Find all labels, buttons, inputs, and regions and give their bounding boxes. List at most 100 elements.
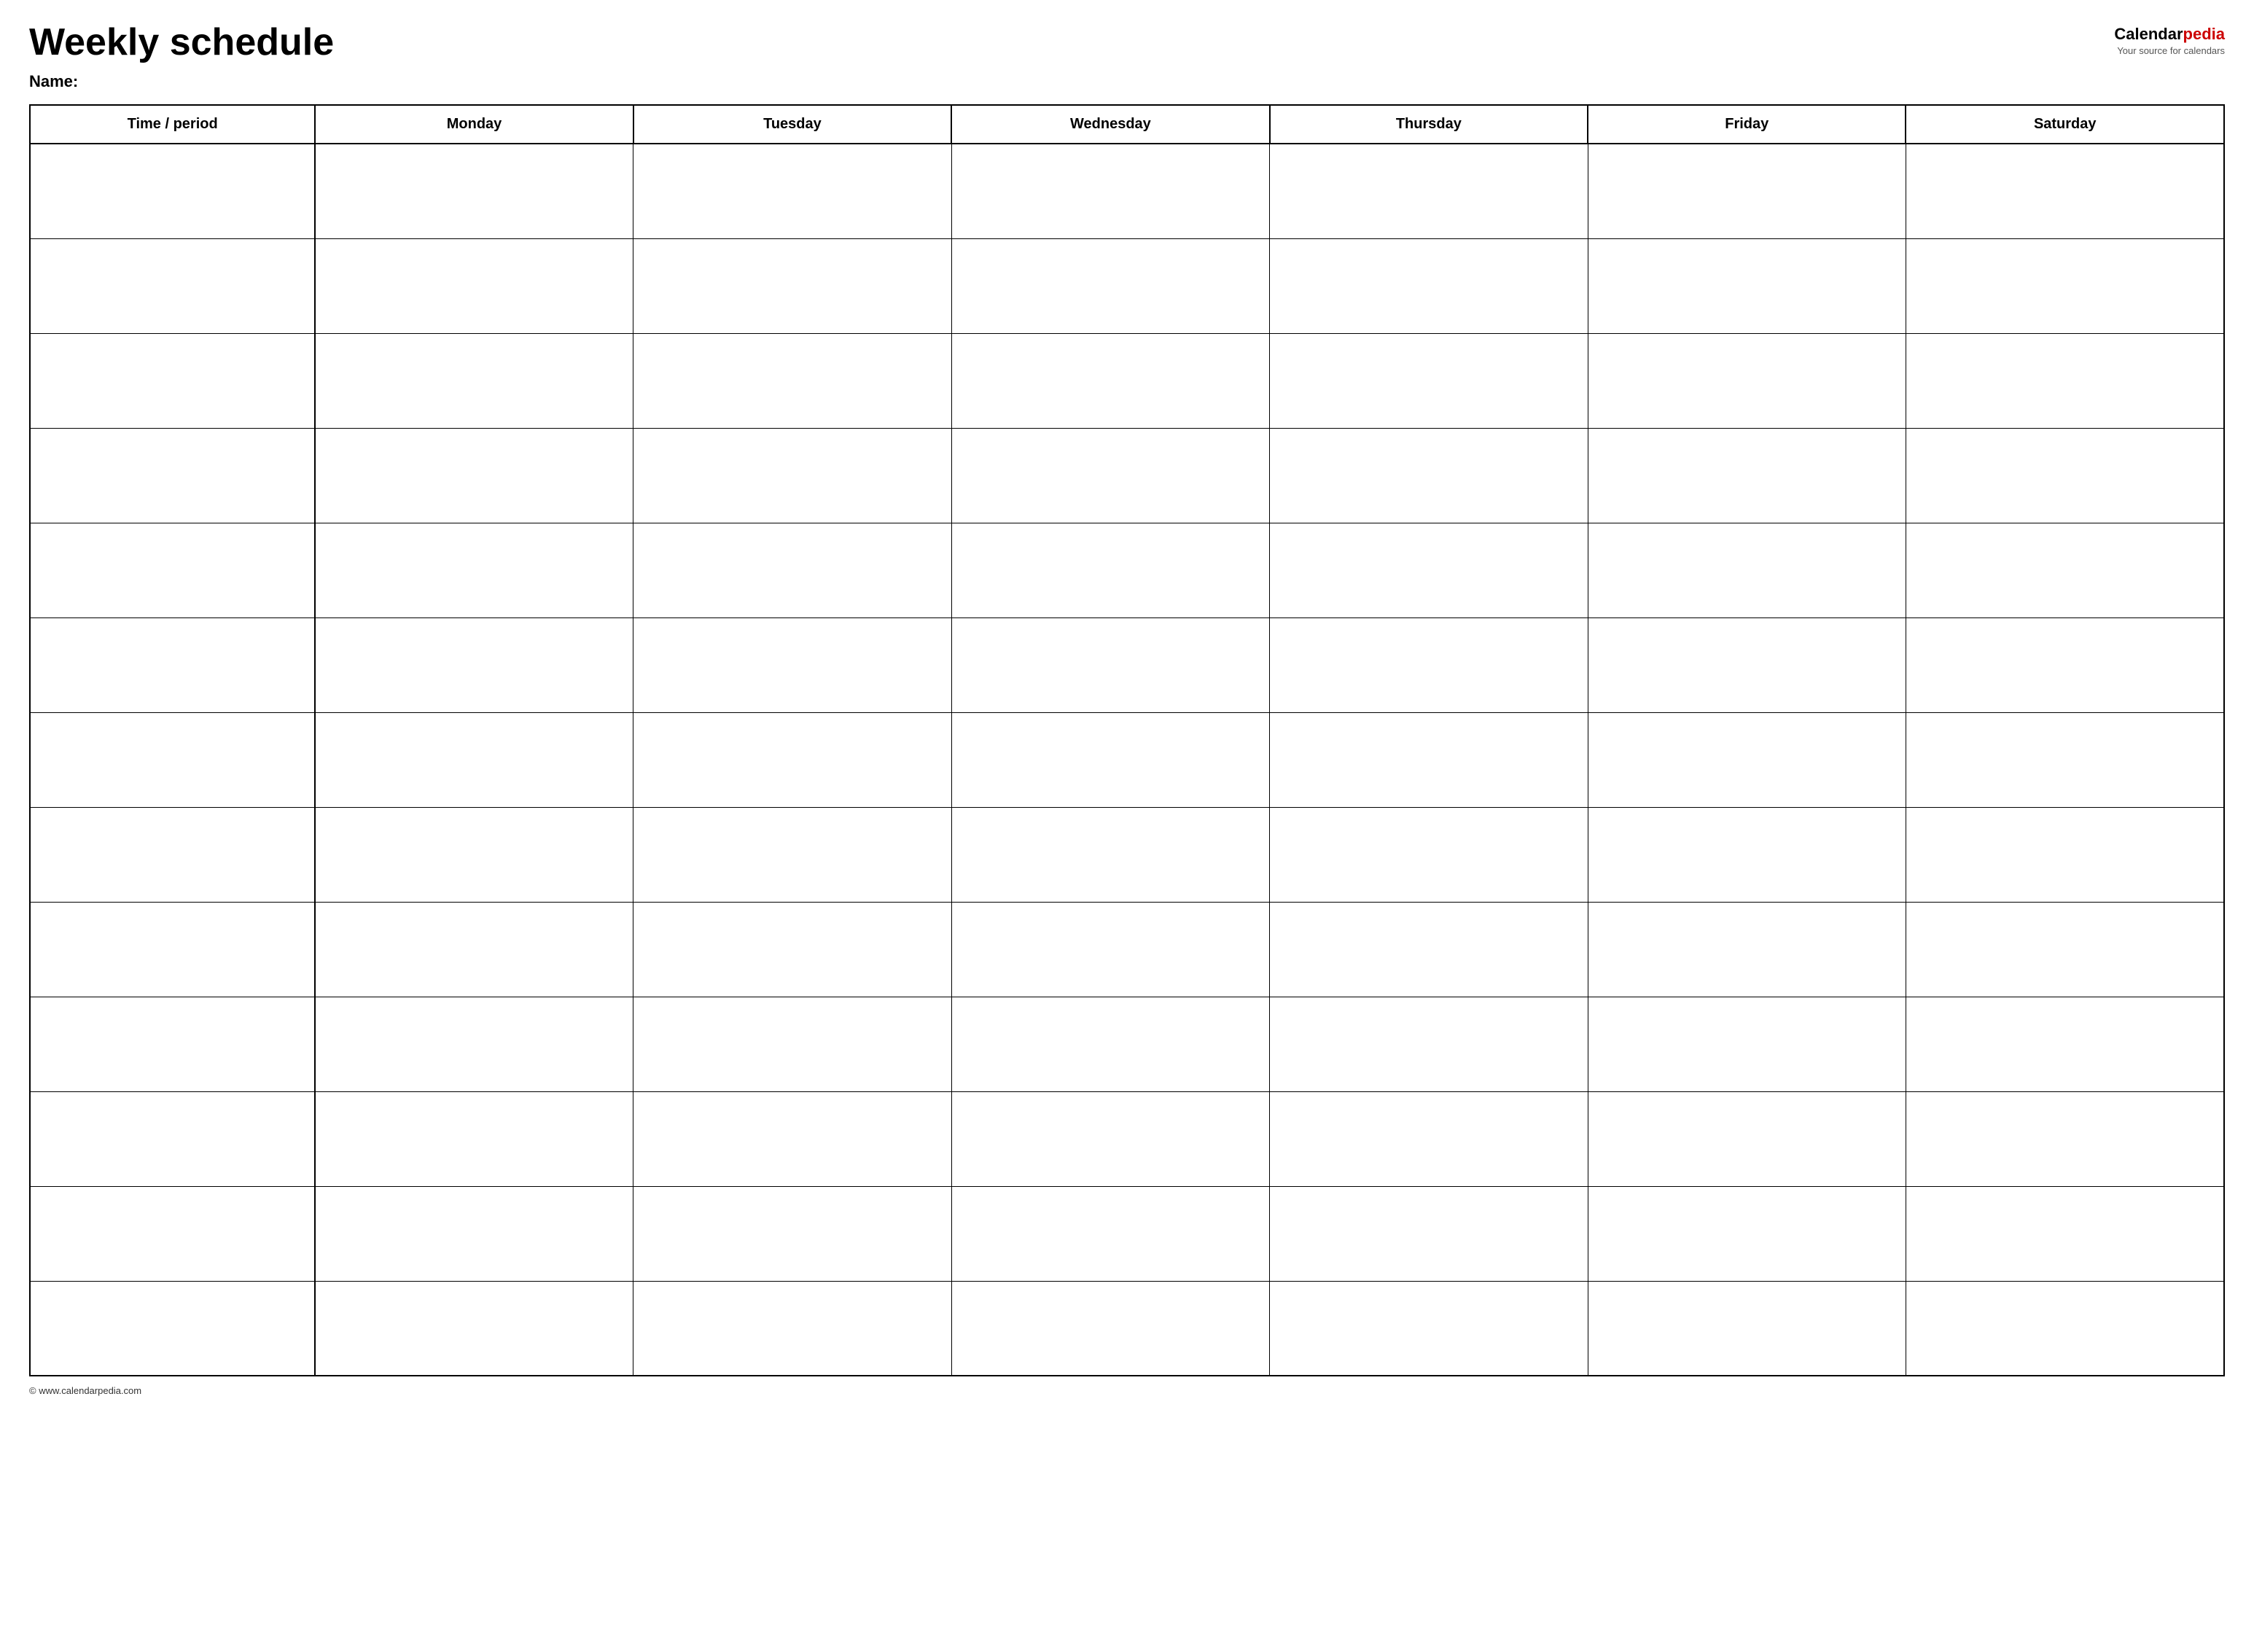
time-cell[interactable]	[30, 1281, 315, 1376]
day-cell[interactable]	[315, 1186, 633, 1281]
day-cell[interactable]	[951, 333, 1269, 428]
day-cell[interactable]	[315, 333, 633, 428]
day-cell[interactable]	[951, 1281, 1269, 1376]
time-cell[interactable]	[30, 902, 315, 997]
day-cell[interactable]	[1270, 238, 1588, 333]
day-cell[interactable]	[1588, 807, 1906, 902]
day-cell[interactable]	[1270, 902, 1588, 997]
day-cell[interactable]	[1588, 712, 1906, 807]
day-cell[interactable]	[315, 523, 633, 617]
day-cell[interactable]	[951, 712, 1269, 807]
day-cell[interactable]	[1588, 617, 1906, 712]
day-cell[interactable]	[1906, 523, 2224, 617]
day-cell[interactable]	[1906, 428, 2224, 523]
day-cell[interactable]	[951, 238, 1269, 333]
day-cell[interactable]	[951, 807, 1269, 902]
day-cell[interactable]	[1906, 1281, 2224, 1376]
day-cell[interactable]	[633, 617, 951, 712]
day-cell[interactable]	[633, 1091, 951, 1186]
day-cell[interactable]	[633, 997, 951, 1091]
col-header-monday: Monday	[315, 105, 633, 144]
day-cell[interactable]	[1588, 428, 1906, 523]
day-cell[interactable]	[951, 428, 1269, 523]
day-cell[interactable]	[951, 617, 1269, 712]
day-cell[interactable]	[951, 144, 1269, 238]
day-cell[interactable]	[951, 523, 1269, 617]
day-cell[interactable]	[951, 902, 1269, 997]
time-cell[interactable]	[30, 144, 315, 238]
day-cell[interactable]	[1588, 333, 1906, 428]
day-cell[interactable]	[1270, 144, 1588, 238]
time-cell[interactable]	[30, 428, 315, 523]
day-cell[interactable]	[1588, 902, 1906, 997]
time-cell[interactable]	[30, 1186, 315, 1281]
day-cell[interactable]	[633, 1186, 951, 1281]
day-cell[interactable]	[1906, 333, 2224, 428]
day-cell[interactable]	[1270, 1281, 1588, 1376]
time-cell[interactable]	[30, 1091, 315, 1186]
table-row	[30, 1186, 2224, 1281]
day-cell[interactable]	[633, 807, 951, 902]
day-cell[interactable]	[1906, 902, 2224, 997]
day-cell[interactable]	[633, 523, 951, 617]
col-header-tuesday: Tuesday	[633, 105, 951, 144]
day-cell[interactable]	[1270, 807, 1588, 902]
day-cell[interactable]	[633, 1281, 951, 1376]
day-cell[interactable]	[1588, 238, 1906, 333]
table-row	[30, 617, 2224, 712]
day-cell[interactable]	[315, 238, 633, 333]
time-cell[interactable]	[30, 807, 315, 902]
col-header-thursday: Thursday	[1270, 105, 1588, 144]
day-cell[interactable]	[1906, 807, 2224, 902]
day-cell[interactable]	[315, 144, 633, 238]
day-cell[interactable]	[1906, 617, 2224, 712]
day-cell[interactable]	[951, 1091, 1269, 1186]
day-cell[interactable]	[1588, 144, 1906, 238]
day-cell[interactable]	[633, 902, 951, 997]
col-header-saturday: Saturday	[1906, 105, 2224, 144]
time-cell[interactable]	[30, 523, 315, 617]
time-cell[interactable]	[30, 238, 315, 333]
day-cell[interactable]	[315, 807, 633, 902]
day-cell[interactable]	[1588, 1091, 1906, 1186]
day-cell[interactable]	[1270, 617, 1588, 712]
day-cell[interactable]	[315, 712, 633, 807]
day-cell[interactable]	[1906, 712, 2224, 807]
day-cell[interactable]	[1588, 997, 1906, 1091]
day-cell[interactable]	[633, 333, 951, 428]
day-cell[interactable]	[1270, 1186, 1588, 1281]
day-cell[interactable]	[315, 1281, 633, 1376]
time-cell[interactable]	[30, 617, 315, 712]
time-cell[interactable]	[30, 997, 315, 1091]
day-cell[interactable]	[1588, 1281, 1906, 1376]
day-cell[interactable]	[1270, 428, 1588, 523]
day-cell[interactable]	[951, 1186, 1269, 1281]
day-cell[interactable]	[951, 997, 1269, 1091]
day-cell[interactable]	[1906, 997, 2224, 1091]
time-cell[interactable]	[30, 712, 315, 807]
day-cell[interactable]	[315, 617, 633, 712]
day-cell[interactable]	[1906, 238, 2224, 333]
day-cell[interactable]	[315, 997, 633, 1091]
day-cell[interactable]	[1588, 1186, 1906, 1281]
day-cell[interactable]	[315, 1091, 633, 1186]
day-cell[interactable]	[315, 902, 633, 997]
time-cell[interactable]	[30, 333, 315, 428]
table-row	[30, 238, 2224, 333]
day-cell[interactable]	[1270, 333, 1588, 428]
day-cell[interactable]	[1270, 523, 1588, 617]
page-title: Weekly schedule	[29, 22, 334, 63]
day-cell[interactable]	[1588, 523, 1906, 617]
day-cell[interactable]	[633, 144, 951, 238]
day-cell[interactable]	[1906, 144, 2224, 238]
day-cell[interactable]	[1906, 1186, 2224, 1281]
day-cell[interactable]	[315, 428, 633, 523]
day-cell[interactable]	[1270, 997, 1588, 1091]
day-cell[interactable]	[633, 428, 951, 523]
day-cell[interactable]	[1906, 1091, 2224, 1186]
day-cell[interactable]	[633, 238, 951, 333]
day-cell[interactable]	[1270, 1091, 1588, 1186]
col-header-time: Time / period	[30, 105, 315, 144]
day-cell[interactable]	[1270, 712, 1588, 807]
day-cell[interactable]	[633, 712, 951, 807]
